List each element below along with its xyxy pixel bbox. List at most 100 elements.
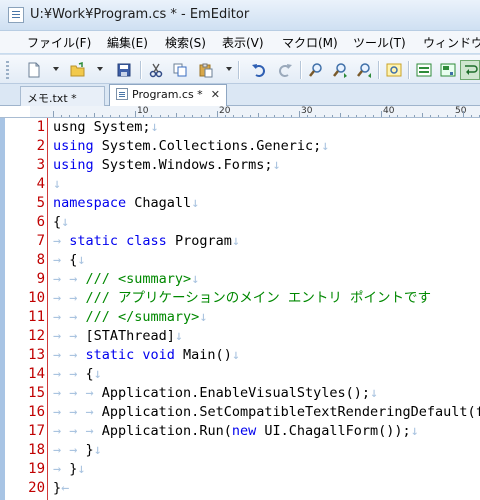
new-file-icon[interactable] xyxy=(24,60,44,80)
code-line[interactable]: 5 namespace Chagall↓ xyxy=(0,194,480,213)
code-line[interactable]: 16 → → → Application.SetCompatibleTextRen… xyxy=(0,403,480,422)
whitespace-marker: ↓ xyxy=(53,176,62,192)
ruler-tick xyxy=(340,113,341,117)
line-number: 10 xyxy=(28,290,45,306)
ruler-tick xyxy=(167,115,169,117)
code-line[interactable]: 18 → → }↓ xyxy=(0,441,480,460)
toolbar-separator xyxy=(300,61,301,79)
menu-macro[interactable]: マクロ(M) xyxy=(282,34,338,51)
ruler-tick xyxy=(192,115,194,117)
paste-icon[interactable] xyxy=(196,60,216,80)
code-line[interactable]: 13 → → static void Main()↓ xyxy=(0,346,480,365)
ruler-label: 50 xyxy=(455,106,467,116)
undo-icon[interactable] xyxy=(249,60,269,80)
tab-program[interactable]: Program.cs * ✕ xyxy=(109,84,227,106)
editor[interactable]: 10 20 30 40 50 1 usng System;↓ 2 using Syst… xyxy=(0,106,480,500)
code-line[interactable]: 11 → → /// </summary>↓ xyxy=(0,308,480,327)
menu-view[interactable]: 表示(V) xyxy=(222,34,264,51)
ruler-tick xyxy=(85,115,87,117)
code-text: → → [STAThread]↓ xyxy=(53,327,183,346)
code-line[interactable]: 19 → }↓ xyxy=(0,460,480,479)
find-icon[interactable] xyxy=(306,60,326,80)
code-line[interactable]: 2 using System.Collections.Generic;↓ xyxy=(0,137,480,156)
code-line[interactable]: 3 using System.Windows.Forms;↓ xyxy=(0,156,480,175)
code-text: → → → Application.SetCompatibleTextRende… xyxy=(53,403,480,422)
ruler-tick xyxy=(463,111,464,117)
ruler-tick xyxy=(422,113,423,117)
whitespace-marker: → → → xyxy=(53,385,102,401)
ruler-tick xyxy=(159,115,161,117)
code-text: → → → Application.EnableVisualStyles();↓ xyxy=(53,384,378,403)
highlight-icon[interactable] xyxy=(384,60,404,80)
find-next-icon[interactable] xyxy=(330,60,350,80)
code-line[interactable]: 9 → → /// <summary>↓ xyxy=(0,270,480,289)
code-token: [STAThread] xyxy=(85,328,175,344)
save-icon[interactable] xyxy=(114,60,134,80)
open-folder-icon[interactable] xyxy=(68,60,88,80)
code-line[interactable]: 1 usng System;↓ xyxy=(0,118,480,137)
cut-icon[interactable] xyxy=(146,60,166,80)
ruler-tick xyxy=(241,115,243,117)
document-app-icon[interactable] xyxy=(8,7,24,23)
line-number: 14 xyxy=(28,366,45,382)
code-line[interactable]: 20}← xyxy=(0,479,480,498)
redo-icon[interactable] xyxy=(275,60,295,80)
wrap-icon[interactable] xyxy=(460,60,480,80)
code-line[interactable]: 6 {↓ xyxy=(0,213,480,232)
whitespace-marker: ↓ xyxy=(272,157,281,173)
ruler-tick xyxy=(69,115,71,117)
keyword-token: static class xyxy=(69,233,167,249)
menu-file[interactable]: ファイル(F) xyxy=(27,34,91,51)
paste-dropdown[interactable] xyxy=(226,67,232,71)
menu-edit[interactable]: 編集(E) xyxy=(107,34,148,51)
code-text: → }↓ xyxy=(53,460,86,479)
new-file-dropdown[interactable] xyxy=(53,67,59,71)
view-mode-icon[interactable] xyxy=(414,60,434,80)
ruler-tick xyxy=(77,115,79,117)
copy-icon[interactable] xyxy=(170,60,190,80)
menu-tools[interactable]: ツール(T) xyxy=(353,34,406,51)
keyword-token: using xyxy=(53,138,94,154)
menu-search[interactable]: 検索(S) xyxy=(165,34,206,51)
code-line[interactable]: 17 → → → Application.Run(new UI.ChagallFo… xyxy=(0,422,480,441)
whitespace-marker: → xyxy=(53,233,70,249)
ruler-tick xyxy=(118,115,120,117)
whitespace-marker: → → xyxy=(53,366,86,382)
image-icon[interactable] xyxy=(438,60,458,80)
code-line[interactable]: 4 ↓ xyxy=(0,175,480,194)
toolbar-separator xyxy=(140,61,141,79)
code-token: Application.SetCompatibleTextRenderingDe… xyxy=(101,404,480,420)
find-previous-icon[interactable] xyxy=(354,60,374,80)
code-text: → → }↓ xyxy=(53,441,102,460)
ruler-tick xyxy=(307,115,309,117)
code-line[interactable]: 8 → {↓ xyxy=(0,251,480,270)
ruler-tick xyxy=(356,115,358,117)
whitespace-marker: → xyxy=(53,252,70,268)
menu-window[interactable]: ウィンドウ xyxy=(423,34,480,51)
code-token: { xyxy=(85,366,94,382)
ruler-tick xyxy=(151,115,153,117)
whitespace-marker: ↓ xyxy=(77,252,86,268)
close-icon[interactable]: ✕ xyxy=(211,88,220,101)
code-line[interactable]: 7 → static class Program↓ xyxy=(0,232,480,251)
code-line[interactable]: 12 → → [STAThread]↓ xyxy=(0,327,480,346)
keyword-token: new xyxy=(231,423,257,439)
code-text: → → /// <summary>↓ xyxy=(53,270,199,289)
ruler-tick xyxy=(299,111,300,117)
whitespace-marker: → → xyxy=(53,290,86,306)
tab-memo[interactable]: メモ.txt * xyxy=(20,86,105,106)
toolbar-grip[interactable] xyxy=(6,61,9,79)
code-line[interactable]: 15 → → → Application.EnableVisualStyles()… xyxy=(0,384,480,403)
ruler-tick xyxy=(430,115,432,117)
open-folder-dropdown[interactable] xyxy=(97,67,103,71)
code-token: UI.ChagallForm()); xyxy=(256,423,411,439)
ruler-tick xyxy=(364,115,366,117)
whitespace-marker: ↓ xyxy=(191,271,200,287)
whitespace-marker: ↓ xyxy=(231,347,240,363)
code-token: Main() xyxy=(174,347,232,363)
code-text: using System.Collections.Generic;↓ xyxy=(53,137,329,156)
code-token: usng System; xyxy=(53,119,151,135)
code-line[interactable]: 10 → → /// アプリケーションのメイン エントリ ポイントです xyxy=(0,289,480,308)
toolbar xyxy=(0,54,480,84)
code-line[interactable]: 14 → → {↓ xyxy=(0,365,480,384)
